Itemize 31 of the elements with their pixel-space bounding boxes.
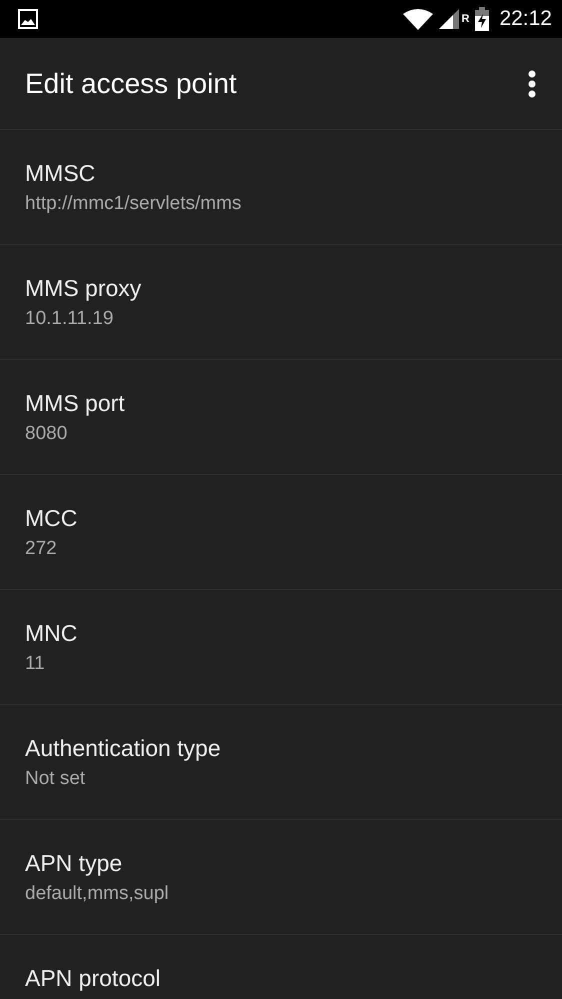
setting-item[interactable]: MMSC http://mmc1/servlets/mms — [0, 130, 562, 245]
clock: 22:12 — [499, 7, 552, 31]
setting-title: APN type — [25, 850, 124, 877]
setting-title: APN protocol — [25, 965, 162, 992]
setting-item[interactable]: MNC 11 — [0, 590, 562, 705]
setting-title: MMSC — [25, 160, 96, 187]
screen-title: Edit access point — [25, 68, 237, 100]
wifi-icon — [403, 8, 434, 30]
more-options-icon[interactable] — [528, 70, 536, 98]
setting-value: 10.1.11.19 — [25, 308, 114, 330]
setting-title: Authentication type — [25, 735, 222, 762]
setting-value: 11 — [25, 653, 46, 675]
setting-value: Not set — [25, 768, 86, 790]
setting-value: default,mms,supl — [25, 883, 170, 905]
setting-title: MMS proxy — [25, 275, 142, 302]
setting-item[interactable]: APN type default,mms,supl — [0, 820, 562, 935]
roaming-indicator: R — [461, 13, 470, 25]
setting-item[interactable]: Authentication type Not set — [0, 705, 562, 820]
setting-item[interactable]: APN protocol — [0, 935, 562, 999]
setting-item[interactable]: MMS port 8080 — [0, 360, 562, 475]
setting-value: 8080 — [25, 423, 68, 445]
signal-icon — [439, 9, 460, 29]
setting-title: MMS port — [25, 390, 126, 417]
setting-value: http://mmc1/servlets/mms — [25, 193, 242, 215]
setting-item[interactable]: MMS proxy 10.1.11.19 — [0, 245, 562, 360]
battery-charging-icon — [475, 7, 490, 31]
setting-title: MNC — [25, 620, 78, 647]
setting-value: 272 — [25, 538, 58, 560]
setting-title: MCC — [25, 505, 78, 532]
setting-item[interactable]: MCC 272 — [0, 475, 562, 590]
image-icon — [18, 9, 38, 29]
